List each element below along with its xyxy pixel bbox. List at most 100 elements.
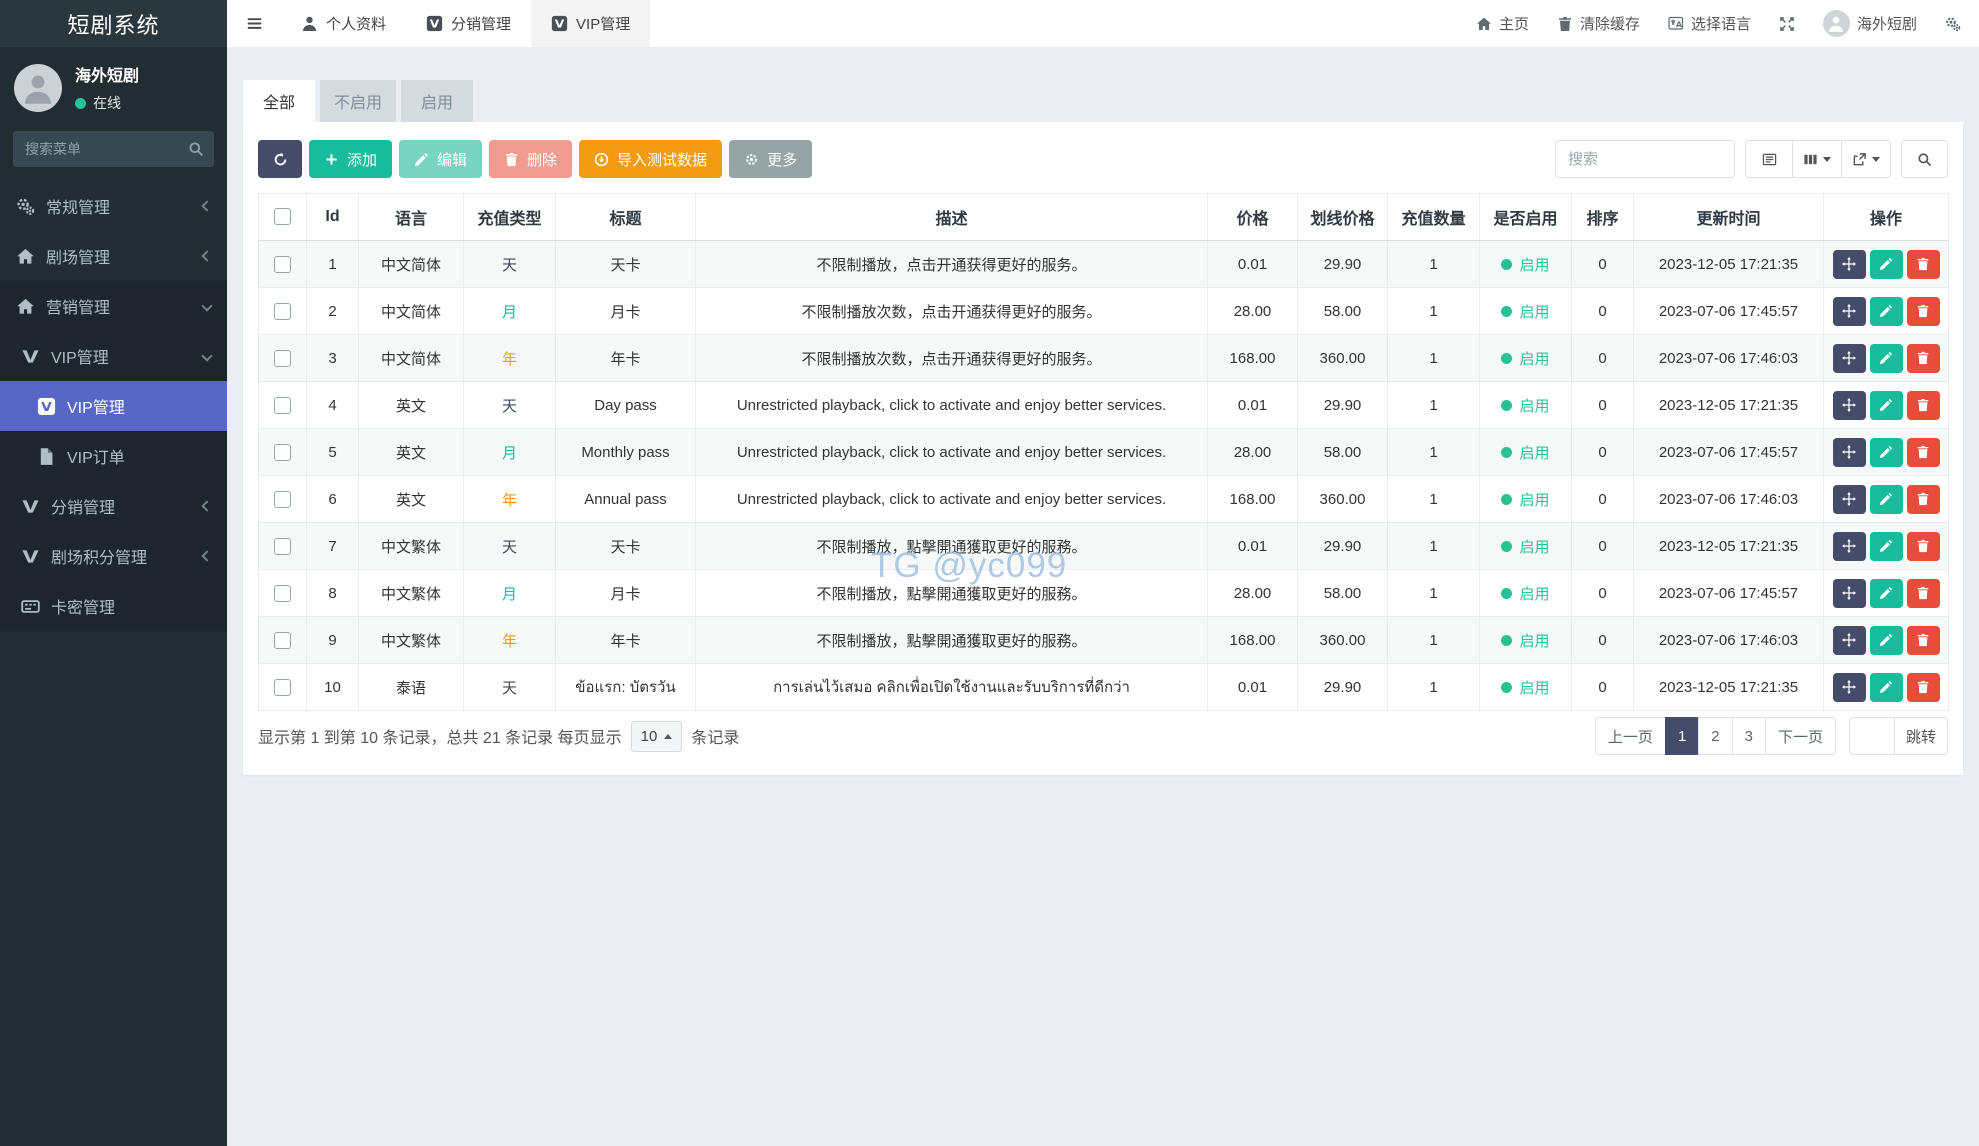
move-row-button[interactable] <box>1833 438 1866 467</box>
edit-row-button[interactable] <box>1870 579 1903 608</box>
delete-button[interactable]: 删除 <box>489 140 572 178</box>
edit-row-button[interactable] <box>1870 438 1903 467</box>
row-checkbox[interactable] <box>274 303 291 320</box>
delete-row-button[interactable] <box>1907 579 1940 608</box>
columns-button[interactable] <box>1792 140 1841 178</box>
settings-link[interactable] <box>1945 16 1961 32</box>
filter-tab-启用[interactable]: 启用 <box>401 80 473 122</box>
page-button-3[interactable]: 3 <box>1732 717 1766 755</box>
select-all-checkbox[interactable] <box>274 208 291 225</box>
fullscreen-toggle[interactable] <box>1779 16 1795 32</box>
home-link[interactable]: 主页 <box>1476 13 1529 34</box>
move-row-button[interactable] <box>1833 673 1866 702</box>
jump-page-input[interactable] <box>1849 717 1895 755</box>
move-row-button[interactable] <box>1833 344 1866 373</box>
jump-button[interactable]: 跳转 <box>1895 717 1948 755</box>
delete-row-button[interactable] <box>1907 626 1940 655</box>
next-page-button[interactable]: 下一页 <box>1765 717 1836 755</box>
sidebar-item-theater-points-management[interactable]: 剧场积分管理 <box>0 531 227 581</box>
delete-row-button[interactable] <box>1907 250 1940 279</box>
cell-enabled: 启用 <box>1480 570 1572 617</box>
move-row-button[interactable] <box>1833 250 1866 279</box>
cell-enabled: 启用 <box>1480 523 1572 570</box>
refresh-button[interactable] <box>258 140 302 178</box>
sidebar-item-distribution-management[interactable]: 分销管理 <box>0 481 227 531</box>
edit-row-button[interactable] <box>1870 250 1903 279</box>
cell-actions <box>1824 617 1949 664</box>
user-menu[interactable]: 海外短剧 <box>1823 10 1917 37</box>
prev-page-button[interactable]: 上一页 <box>1595 717 1666 755</box>
search-submit-button[interactable] <box>1901 140 1948 178</box>
cell-id: 8 <box>307 570 359 617</box>
sidebar-search <box>13 131 214 167</box>
tab-vip-management[interactable]: VIP管理 <box>531 0 650 47</box>
edit-row-button[interactable] <box>1870 485 1903 514</box>
move-row-button[interactable] <box>1833 297 1866 326</box>
sidebar-item-marketing-management[interactable]: 营销管理 <box>0 281 227 331</box>
edit-row-button[interactable] <box>1870 297 1903 326</box>
edit-row-button[interactable] <box>1870 344 1903 373</box>
move-row-button[interactable] <box>1833 626 1866 655</box>
chevron-left-icon <box>201 250 212 261</box>
export-button[interactable] <box>1841 140 1891 178</box>
tab-distribution[interactable]: 分销管理 <box>406 0 531 47</box>
row-checkbox[interactable] <box>274 679 291 696</box>
edit-row-button[interactable] <box>1870 391 1903 420</box>
row-checkbox[interactable] <box>274 256 291 273</box>
edit-button[interactable]: 编辑 <box>399 140 482 178</box>
menu-search-input[interactable] <box>13 131 214 167</box>
status-dot-icon <box>1501 541 1512 552</box>
delete-row-button[interactable] <box>1907 391 1940 420</box>
cell-title: 月卡 <box>556 570 696 617</box>
delete-row-button[interactable] <box>1907 532 1940 561</box>
page-button-2[interactable]: 2 <box>1698 717 1732 755</box>
clear-cache-link[interactable]: 清除缓存 <box>1557 13 1640 34</box>
status-dot-icon <box>1501 588 1512 599</box>
edit-row-button[interactable] <box>1870 532 1903 561</box>
row-checkbox[interactable] <box>274 632 291 649</box>
row-checkbox[interactable] <box>274 444 291 461</box>
move-row-button[interactable] <box>1833 532 1866 561</box>
import-test-data-button[interactable]: 导入测试数据 <box>579 140 722 178</box>
filter-tab-全部[interactable]: 全部 <box>243 80 315 122</box>
filter-tab-不启用[interactable]: 不启用 <box>320 80 396 122</box>
language-select[interactable]: 选择语言 <box>1668 13 1751 34</box>
delete-row-button[interactable] <box>1907 673 1940 702</box>
detail-view-button[interactable] <box>1745 140 1792 178</box>
tab-profile[interactable]: 个人资料 <box>281 0 406 47</box>
add-button[interactable]: 添加 <box>309 140 392 178</box>
sidebar-item-general-management[interactable]: 常规管理 <box>0 181 227 231</box>
cell-recharge-type: 月 <box>464 429 556 476</box>
sidebar-item-vip-orders[interactable]: VIP订单 <box>0 431 227 481</box>
delete-row-button[interactable] <box>1907 438 1940 467</box>
page-size-select[interactable]: 10 <box>631 721 683 752</box>
move-row-button[interactable] <box>1833 579 1866 608</box>
row-checkbox[interactable] <box>274 350 291 367</box>
column-header-5: 价格 <box>1208 194 1298 241</box>
row-checkbox[interactable] <box>274 538 291 555</box>
sidebar-item-card-key-management[interactable]: 卡密管理 <box>0 581 227 631</box>
more-button[interactable]: 更多 <box>729 140 812 178</box>
search-icon <box>188 141 204 157</box>
edit-row-button[interactable] <box>1870 626 1903 655</box>
delete-row-button[interactable] <box>1907 297 1940 326</box>
user-status: 在线 <box>75 93 139 113</box>
delete-row-button[interactable] <box>1907 344 1940 373</box>
cell-language: 中文简体 <box>359 241 464 288</box>
row-checkbox[interactable] <box>274 491 291 508</box>
table-row: 2中文简体月月卡不限制播放次数，点击开通获得更好的服务。28.0058.001启… <box>259 288 1949 335</box>
row-checkbox[interactable] <box>274 397 291 414</box>
sidebar-item-vip-management[interactable]: VIP管理 <box>0 381 227 431</box>
page-button-1[interactable]: 1 <box>1665 717 1699 755</box>
table-search-input[interactable] <box>1555 140 1735 178</box>
edit-row-button[interactable] <box>1870 673 1903 702</box>
column-header-8: 是否启用 <box>1480 194 1572 241</box>
navbar-item-label: 选择语言 <box>1691 13 1751 34</box>
sidebar-item-theater-management[interactable]: 剧场管理 <box>0 231 227 281</box>
sidebar-toggle-button[interactable] <box>227 0 281 47</box>
row-checkbox[interactable] <box>274 585 291 602</box>
delete-row-button[interactable] <box>1907 485 1940 514</box>
move-row-button[interactable] <box>1833 485 1866 514</box>
move-row-button[interactable] <box>1833 391 1866 420</box>
sidebar-item-vip-management-group[interactable]: VIP管理 <box>0 331 227 381</box>
